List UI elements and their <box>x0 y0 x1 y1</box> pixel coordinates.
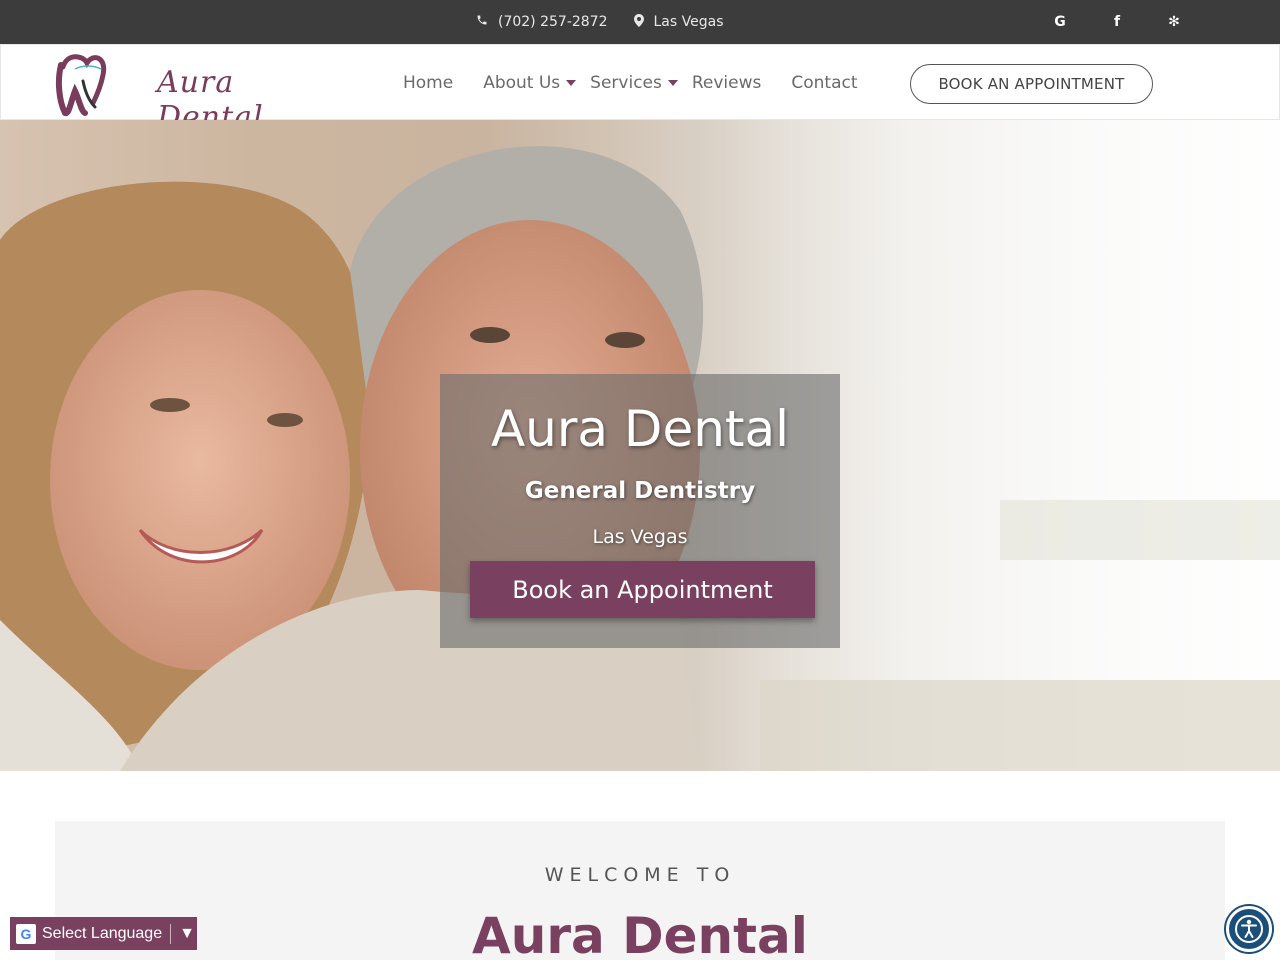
divider <box>170 923 172 944</box>
nav-label: Contact <box>791 73 858 93</box>
logo[interactable]: Aura Dental <box>53 51 315 135</box>
map-pin-icon <box>633 13 644 31</box>
hero-overlay-box: Aura Dental General Dentistry Las Vegas … <box>440 374 840 648</box>
hero-book-appointment-button[interactable]: Book an Appointment <box>470 561 815 618</box>
hero-title: Aura Dental <box>490 400 790 458</box>
facebook-icon[interactable]: f <box>1107 12 1127 32</box>
google-translate-icon: G <box>16 923 36 944</box>
nav-label: Services <box>590 73 662 93</box>
book-appointment-button[interactable]: BOOK AN APPOINTMENT <box>910 64 1153 104</box>
welcome-section: WELCOME TO Aura Dental <box>55 821 1225 960</box>
hero-banner: Aura Dental General Dentistry Las Vegas … <box>0 120 1280 771</box>
nav-label: Home <box>403 73 454 93</box>
nav-label: Reviews <box>691 73 762 93</box>
nav-item-contact[interactable]: Contact <box>791 73 857 93</box>
welcome-title: Aura Dental <box>472 907 808 960</box>
location-link[interactable]: Las Vegas <box>633 13 724 31</box>
chevron-down-icon <box>667 80 678 86</box>
nav-item-home[interactable]: Home <box>403 73 453 93</box>
tooth-logo-icon <box>55 54 107 117</box>
nav-label: About Us <box>483 73 561 93</box>
nav-item-about-us[interactable]: About Us <box>483 73 577 93</box>
top-bar: (702) 257-2872 Las Vegas G f ✻ <box>0 0 1280 44</box>
select-language-label: Select Language <box>42 924 163 942</box>
phone-link[interactable]: (702) 257-2872 <box>476 14 608 30</box>
nav-item-services[interactable]: Services <box>590 73 678 93</box>
site-header: Aura Dental Home About Us Services Revie… <box>0 44 1280 135</box>
hero-location: Las Vegas <box>592 526 688 548</box>
yelp-icon[interactable]: ✻ <box>1164 12 1184 32</box>
nav-item-reviews[interactable]: Reviews <box>692 73 762 93</box>
location-text: Las Vegas <box>653 14 724 30</box>
social-links: G f ✻ <box>1050 0 1221 44</box>
chevron-down-icon <box>566 80 577 86</box>
contact-info: (702) 257-2872 Las Vegas <box>476 0 750 44</box>
phone-icon <box>476 14 488 30</box>
phone-number: (702) 257-2872 <box>498 14 608 30</box>
google-icon[interactable]: G <box>1050 12 1070 32</box>
welcome-kicker: WELCOME TO <box>544 864 736 886</box>
select-language-widget[interactable]: G Select Language ▼ <box>10 917 197 950</box>
chevron-down-icon: ▼ <box>179 924 195 942</box>
accessibility-icon <box>1235 915 1263 943</box>
main-nav: Home About Us Services Reviews Contact <box>403 45 858 121</box>
accessibility-button[interactable] <box>1226 906 1272 952</box>
hero-subtitle: General Dentistry <box>524 478 756 504</box>
